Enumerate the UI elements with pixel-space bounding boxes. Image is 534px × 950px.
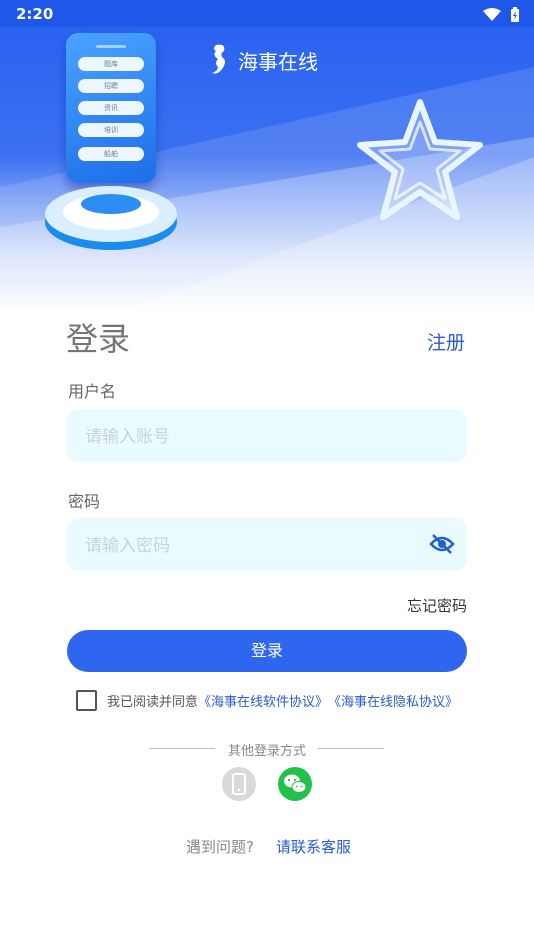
privacy-agreement-link[interactable]: 《海事在线隐私协议》 <box>328 691 458 710</box>
wifi-icon <box>482 7 501 21</box>
star-illustration <box>357 99 483 220</box>
seahorse-icon <box>212 44 225 74</box>
wechat-login-button[interactable] <box>278 767 312 801</box>
mobile-phone-icon <box>232 773 246 795</box>
status-icons <box>482 5 520 23</box>
status-time: 2:20 <box>16 5 54 23</box>
contact-support-link[interactable]: 请联系客服 <box>276 836 351 857</box>
page-title: 登录 <box>66 320 131 358</box>
status-bar: 2:20 <box>0 0 534 27</box>
hero-banner: 海事在线 题库 招聘 资讯 培训 船舶 <box>0 27 534 312</box>
hide-password-icon[interactable] <box>429 532 455 560</box>
password-input[interactable] <box>83 518 417 573</box>
phone-menu-item: 资讯 <box>78 101 144 115</box>
divider-right <box>318 748 384 749</box>
agreement-prefix: 我已阅读并同意 <box>107 695 199 710</box>
agreement-checkbox[interactable] <box>76 690 97 711</box>
login-button[interactable]: 登录 <box>67 630 467 672</box>
other-login-label: 其他登录方式 <box>227 744 306 759</box>
username-field <box>67 409 467 464</box>
phone-menu-item: 船舶 <box>78 147 144 161</box>
forgot-password-link[interactable]: 忘记密码 <box>407 595 467 616</box>
phone-illustration: 题库 招聘 资讯 培训 船舶 <box>66 33 156 183</box>
brand-logo: 海事在线 <box>208 43 318 77</box>
password-field <box>67 518 467 573</box>
software-agreement-link[interactable]: 《海事在线软件协议》 <box>198 691 328 710</box>
pedestal-illustration <box>45 186 177 250</box>
register-link[interactable]: 注册 <box>427 328 465 355</box>
help-question: 遇到问题? <box>186 838 254 856</box>
phone-menu-item: 招聘 <box>78 79 144 93</box>
battery-icon <box>511 6 519 22</box>
username-input[interactable] <box>83 409 417 464</box>
brand-name: 海事在线 <box>238 49 318 74</box>
wechat-icon <box>284 774 307 793</box>
phone-menu-item: 题库 <box>78 57 144 71</box>
password-label: 密码 <box>68 492 101 511</box>
phone-login-button[interactable] <box>222 767 256 801</box>
phone-notch <box>96 45 126 48</box>
agreement-row: 我已阅读并同意 《海事在线软件协议》 《海事在线隐私协议》 <box>76 690 458 711</box>
username-label: 用户名 <box>68 382 117 401</box>
phone-menu-item: 培训 <box>78 123 144 137</box>
